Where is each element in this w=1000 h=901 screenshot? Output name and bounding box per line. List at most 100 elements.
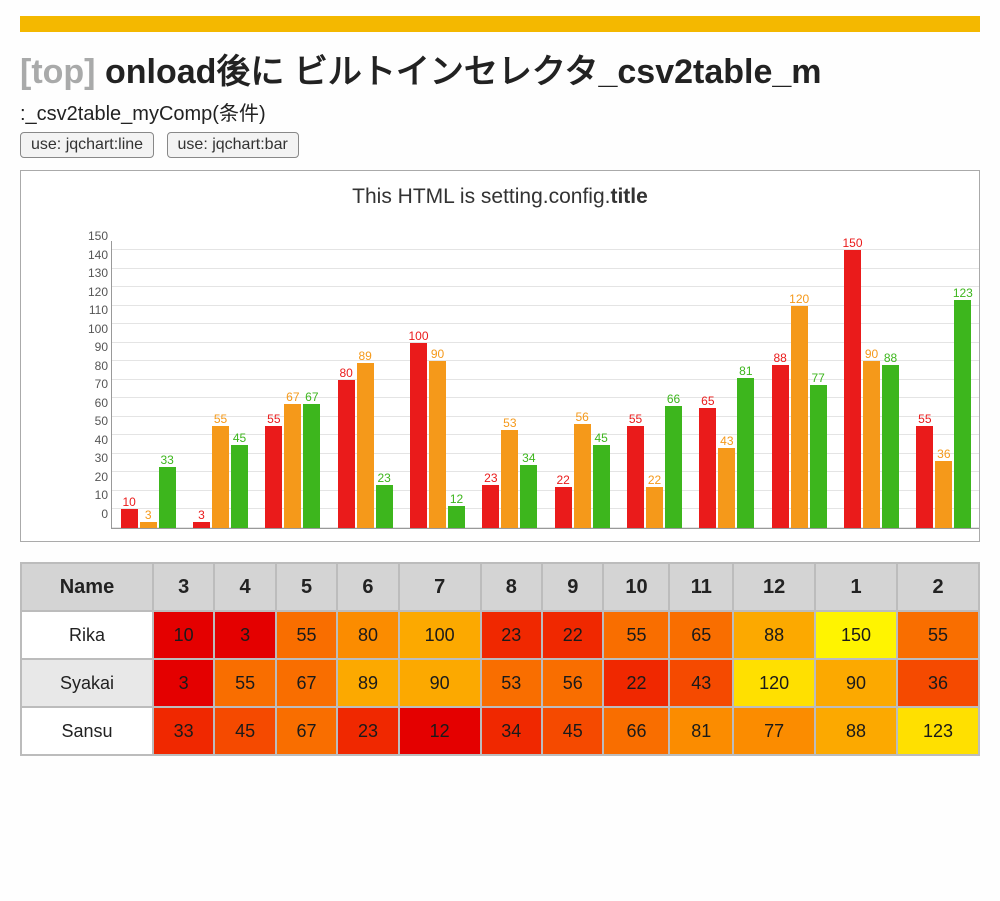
data-cell: 89 (337, 659, 398, 707)
data-cell: 55 (603, 611, 669, 659)
bar-label: 90 (865, 347, 878, 361)
data-cell: 53 (481, 659, 542, 707)
page-title-text: onload後に ビルトインセレクタ_csv2table_m (96, 53, 822, 91)
bar-label: 43 (720, 434, 733, 448)
data-cell: 77 (733, 707, 815, 755)
bar-Rika-3: 10 (121, 509, 138, 528)
bar-Rika-9: 22 (555, 487, 572, 528)
row-name-cell: Rika (21, 611, 153, 659)
bar-label: 81 (739, 364, 752, 378)
bar-Syakai-9: 56 (574, 424, 591, 528)
y-tick-label: 120 (88, 285, 112, 299)
bar-label: 80 (339, 366, 352, 380)
bar-label: 33 (160, 453, 173, 467)
bar-label: 100 (408, 329, 428, 343)
bar-label: 53 (503, 416, 516, 430)
data-cell: 88 (733, 611, 815, 659)
page-content: [top] onload後に ビルトインセレクタ_csv2table_m :_c… (0, 44, 1000, 776)
table-header-cell: 8 (481, 563, 542, 611)
data-cell: 33 (153, 707, 214, 755)
table-header-cell: 10 (603, 563, 669, 611)
bar-Sansu-5: 67 (303, 404, 320, 528)
top-link[interactable]: [top] (20, 53, 96, 91)
chart-plot-area: 0102030405060708090100110120130140150103… (111, 241, 979, 529)
data-cell: 88 (815, 707, 897, 755)
bar-label: 55 (214, 412, 227, 426)
bar-Rika-12: 88 (772, 365, 789, 528)
bar-label: 120 (789, 292, 809, 306)
data-cell: 150 (815, 611, 897, 659)
subtitle: :_csv2table_myComp(条件) (20, 97, 980, 126)
y-tick-label: 110 (89, 303, 112, 317)
y-tick-label: 150 (88, 229, 112, 243)
data-cell: 3 (214, 611, 275, 659)
data-cell: 56 (542, 659, 603, 707)
bar-Syakai-12: 120 (791, 306, 808, 528)
bar-Sansu-7: 12 (448, 506, 465, 528)
bar-label: 23 (484, 471, 497, 485)
bar-Syakai-6: 89 (357, 363, 374, 528)
y-tick-label: 100 (88, 322, 112, 336)
bar-Syakai-2: 36 (935, 461, 952, 528)
table-header-cell: 12 (733, 563, 815, 611)
data-cell: 100 (399, 611, 481, 659)
table-row: Rika1035580100232255658815055 (21, 611, 979, 659)
y-tick-label: 40 (95, 433, 112, 447)
data-cell: 3 (153, 659, 214, 707)
bar-label: 123 (953, 286, 973, 300)
bar-Syakai-4: 55 (212, 426, 229, 528)
bar-Sansu-11: 81 (737, 378, 754, 528)
chart-title-prefix: This HTML is setting.config. (352, 185, 610, 208)
data-cell: 34 (481, 707, 542, 755)
y-tick-label: 20 (95, 470, 112, 484)
button-row: use: jqchart:line use: jqchart:bar (20, 132, 980, 158)
use-bar-button[interactable]: use: jqchart:bar (167, 132, 299, 158)
chart-container: This HTML is setting.config.title 010203… (20, 170, 980, 542)
table-header-cell: 1 (815, 563, 897, 611)
table-header-row: Name345678910111212 (21, 563, 979, 611)
data-cell: 12 (399, 707, 481, 755)
bar-Sansu-12: 77 (810, 385, 827, 528)
y-tick-label: 90 (95, 340, 112, 354)
y-tick-label: 80 (95, 359, 112, 373)
bar-label: 55 (918, 412, 931, 426)
bar-label: 12 (450, 492, 463, 506)
chart-title: This HTML is setting.config.title (21, 185, 979, 209)
bar-Rika-1: 150 (844, 250, 861, 528)
bar-Syakai-10: 22 (646, 487, 663, 528)
table-header-cell: 11 (669, 563, 733, 611)
data-cell: 120 (733, 659, 815, 707)
bar-label: 22 (556, 473, 569, 487)
bar-label: 3 (145, 508, 152, 522)
bar-label: 150 (842, 236, 862, 250)
bar-label: 34 (522, 451, 535, 465)
row-name-cell: Sansu (21, 707, 153, 755)
bar-Syakai-3: 3 (140, 522, 157, 528)
table-row: Sansu3345672312344566817788123 (21, 707, 979, 755)
data-cell: 90 (399, 659, 481, 707)
bar-Sansu-2: 123 (954, 300, 971, 528)
bar-Rika-8: 23 (482, 485, 499, 528)
bar-Sansu-4: 45 (231, 445, 248, 528)
table-row: Syakai355678990535622431209036 (21, 659, 979, 707)
bar-label: 67 (286, 390, 299, 404)
y-tick-label: 70 (95, 377, 112, 391)
bar-Syakai-5: 67 (284, 404, 301, 528)
bar-label: 88 (773, 351, 786, 365)
table-header-cell: 5 (276, 563, 337, 611)
data-cell: 45 (214, 707, 275, 755)
bar-label: 77 (811, 371, 824, 385)
bar-Rika-4: 3 (193, 522, 210, 528)
bar-label: 36 (937, 447, 950, 461)
bar-Rika-11: 65 (699, 408, 716, 528)
bar-Sansu-3: 33 (159, 467, 176, 528)
bar-label: 88 (884, 351, 897, 365)
bar-label: 89 (358, 349, 371, 363)
data-cell: 55 (276, 611, 337, 659)
bar-label: 67 (305, 390, 318, 404)
use-line-button[interactable]: use: jqchart:line (20, 132, 154, 158)
table-header-cell: 4 (214, 563, 275, 611)
row-name-cell: Syakai (21, 659, 153, 707)
data-cell: 55 (897, 611, 979, 659)
bar-label: 45 (594, 431, 607, 445)
